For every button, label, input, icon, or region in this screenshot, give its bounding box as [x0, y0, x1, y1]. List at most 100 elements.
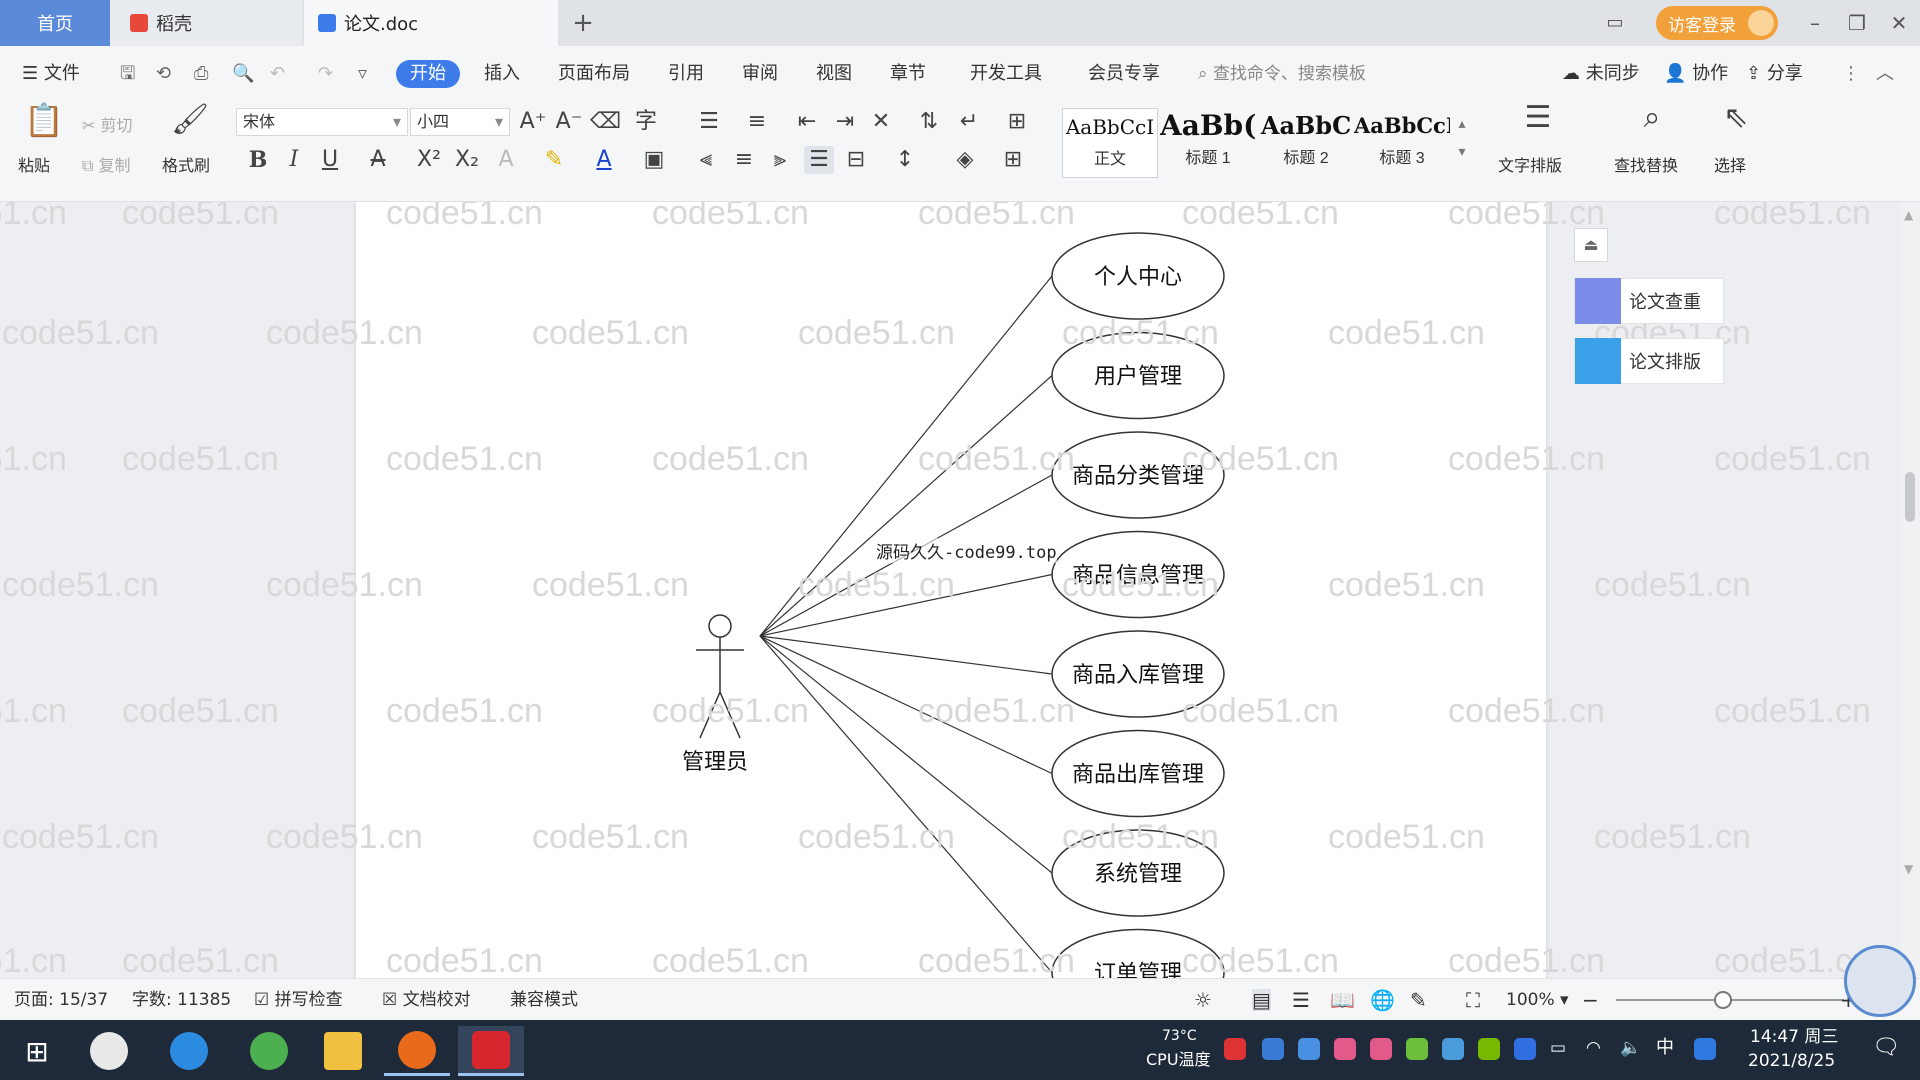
eye-protect-icon[interactable]: ☼: [1194, 989, 1212, 1011]
underline-icon[interactable]: U: [316, 146, 344, 174]
undo-icon[interactable]: ↶: [270, 60, 285, 88]
restore-icon[interactable]: ❐: [1840, 8, 1874, 38]
tray-app-icon[interactable]: [1224, 1038, 1246, 1060]
menu-insert[interactable]: 插入: [484, 60, 520, 88]
menu-chapter[interactable]: 章节: [890, 60, 926, 88]
justify-icon[interactable]: ☰: [804, 146, 834, 174]
menu-member[interactable]: 会员专享: [1088, 60, 1160, 88]
input-method-icon[interactable]: [1694, 1038, 1716, 1060]
font-grow-icon[interactable]: A⁺: [518, 108, 548, 136]
menu-review[interactable]: 审阅: [742, 60, 778, 88]
wifi-icon[interactable]: ◠: [1586, 1038, 1601, 1058]
layout-toggle-icon[interactable]: ▭: [1598, 8, 1632, 38]
line-spacing-icon[interactable]: ↕: [890, 146, 920, 174]
menu-view[interactable]: 视图: [816, 60, 852, 88]
share-button[interactable]: ⇪ 分享: [1746, 60, 1803, 88]
more-icon[interactable]: ⋮: [1842, 60, 1860, 88]
clock-date[interactable]: 2021/8/25: [1748, 1051, 1835, 1071]
nvidia-icon[interactable]: [1478, 1038, 1500, 1060]
font-color-icon[interactable]: A: [590, 146, 618, 174]
format-painter-icon[interactable]: 🖌: [170, 105, 210, 135]
new-tab-button[interactable]: +: [560, 0, 606, 46]
char-border-icon[interactable]: ▣: [640, 146, 668, 174]
scrollbar-thumb[interactable]: [1905, 472, 1915, 522]
search-command-input[interactable]: ⌕ 查找命令、搜索模板: [1198, 60, 1366, 88]
reading-view-icon[interactable]: 📖: [1330, 989, 1355, 1011]
scroll-up-icon[interactable]: ▲: [1904, 208, 1913, 222]
ime-indicator[interactable]: 中: [1656, 1038, 1674, 1058]
borders-icon[interactable]: ⊞: [998, 146, 1028, 174]
shading-icon[interactable]: ◈: [950, 146, 980, 174]
table-tools-icon[interactable]: ⊞: [1002, 108, 1032, 136]
font-size-select[interactable]: 小四 ▾: [410, 108, 510, 136]
zoom-slider-thumb[interactable]: [1714, 991, 1732, 1009]
chinese-layout-icon[interactable]: ✕: [866, 108, 896, 136]
tab-daoke[interactable]: 稻壳: [110, 0, 302, 46]
text-layout-button[interactable]: 文字排版: [1498, 152, 1562, 176]
style-heading-3[interactable]: AaBbCcI 标题 3: [1354, 108, 1450, 178]
tab-document[interactable]: 论文.doc: [304, 0, 558, 46]
doc-proof-button[interactable]: ☒ 文档校对: [382, 989, 471, 1011]
volume-icon[interactable]: 🔈: [1620, 1038, 1641, 1058]
cut-button[interactable]: ✂ 剪切: [82, 112, 133, 136]
write-view-icon[interactable]: ✎: [1410, 989, 1427, 1011]
find-replace-icon[interactable]: ⌕: [1630, 103, 1674, 133]
vertical-scrollbar[interactable]: ▲ ▼: [1900, 202, 1920, 978]
minimize-icon[interactable]: –: [1798, 8, 1832, 38]
assistant-bot-icon[interactable]: [1844, 945, 1916, 1017]
distribute-icon[interactable]: ⊟: [842, 146, 870, 174]
notification-icon[interactable]: 🗨: [1872, 1037, 1900, 1059]
page-indicator[interactable]: 页面: 15/37: [14, 989, 108, 1011]
browser-360-icon[interactable]: [236, 1026, 302, 1076]
zoom-slider[interactable]: [1616, 991, 1844, 1009]
text-layout-icon[interactable]: ☰: [1516, 103, 1560, 133]
qq-icon[interactable]: [1370, 1038, 1392, 1060]
format-painter-button[interactable]: 格式刷: [162, 152, 210, 176]
menu-start[interactable]: 开始: [396, 60, 460, 88]
style-heading-1[interactable]: AaBb( 标题 1: [1160, 108, 1256, 178]
tray-app-icon[interactable]: [1442, 1038, 1464, 1060]
battery-icon[interactable]: ▭: [1550, 1038, 1566, 1058]
highlight-icon[interactable]: ✎: [540, 146, 568, 174]
paste-button[interactable]: 粘贴: [18, 152, 50, 176]
menu-developer[interactable]: 开发工具: [970, 60, 1042, 88]
undo-history-icon[interactable]: ⟲: [156, 60, 171, 88]
outdent-icon[interactable]: ⇤: [792, 108, 822, 136]
web-view-icon[interactable]: 🌐: [1370, 989, 1395, 1011]
clock-time[interactable]: 14:47 周三: [1750, 1027, 1838, 1047]
font-shrink-icon[interactable]: A⁻: [554, 108, 584, 136]
pinwheel-app-icon[interactable]: [76, 1026, 142, 1076]
align-center-icon[interactable]: ≡: [730, 146, 758, 174]
scroll-down-icon[interactable]: ▼: [1904, 862, 1913, 876]
chevron-down-icon[interactable]: ▿: [358, 60, 367, 88]
strikethrough-icon[interactable]: A: [364, 146, 392, 174]
bluetooth-icon[interactable]: [1514, 1038, 1536, 1060]
text-effect-icon[interactable]: A: [492, 146, 520, 174]
style-normal[interactable]: AaBbCcI 正文: [1062, 108, 1158, 178]
page-view-icon[interactable]: ▤: [1252, 989, 1271, 1011]
font-name-select[interactable]: 宋体 ▾: [236, 108, 408, 136]
phonetic-icon[interactable]: 字: [628, 108, 664, 136]
align-right-icon[interactable]: ⫸: [766, 146, 794, 174]
collab-button[interactable]: 👤 协作: [1664, 60, 1728, 88]
file-menu[interactable]: ☰ 文件: [22, 60, 80, 88]
superscript-icon[interactable]: X²: [414, 146, 444, 174]
paste-icon[interactable]: 📋: [24, 104, 64, 136]
word-count[interactable]: 字数: 11385: [132, 989, 231, 1011]
side-panel-collapse-button[interactable]: ⏏: [1574, 228, 1608, 262]
shield-icon[interactable]: [1298, 1038, 1320, 1060]
subscript-icon[interactable]: X₂: [452, 146, 482, 174]
numbered-list-icon[interactable]: ≡: [742, 108, 772, 136]
guest-login-button[interactable]: 访客登录: [1656, 6, 1778, 40]
print-icon[interactable]: ⎙: [194, 60, 208, 88]
windows-start-icon[interactable]: ⊞: [4, 1026, 70, 1076]
find-replace-button[interactable]: 查找替换: [1614, 152, 1678, 176]
bold-icon[interactable]: B: [244, 146, 272, 174]
close-icon[interactable]: ✕: [1882, 8, 1916, 38]
tray-app-icon[interactable]: [1406, 1038, 1428, 1060]
tab-home[interactable]: 首页: [0, 0, 110, 46]
wps-app-icon[interactable]: [458, 1026, 524, 1076]
show-marks-icon[interactable]: ↵: [954, 108, 984, 136]
file-explorer-icon[interactable]: [310, 1026, 376, 1076]
align-left-icon[interactable]: ⫷: [692, 146, 720, 174]
